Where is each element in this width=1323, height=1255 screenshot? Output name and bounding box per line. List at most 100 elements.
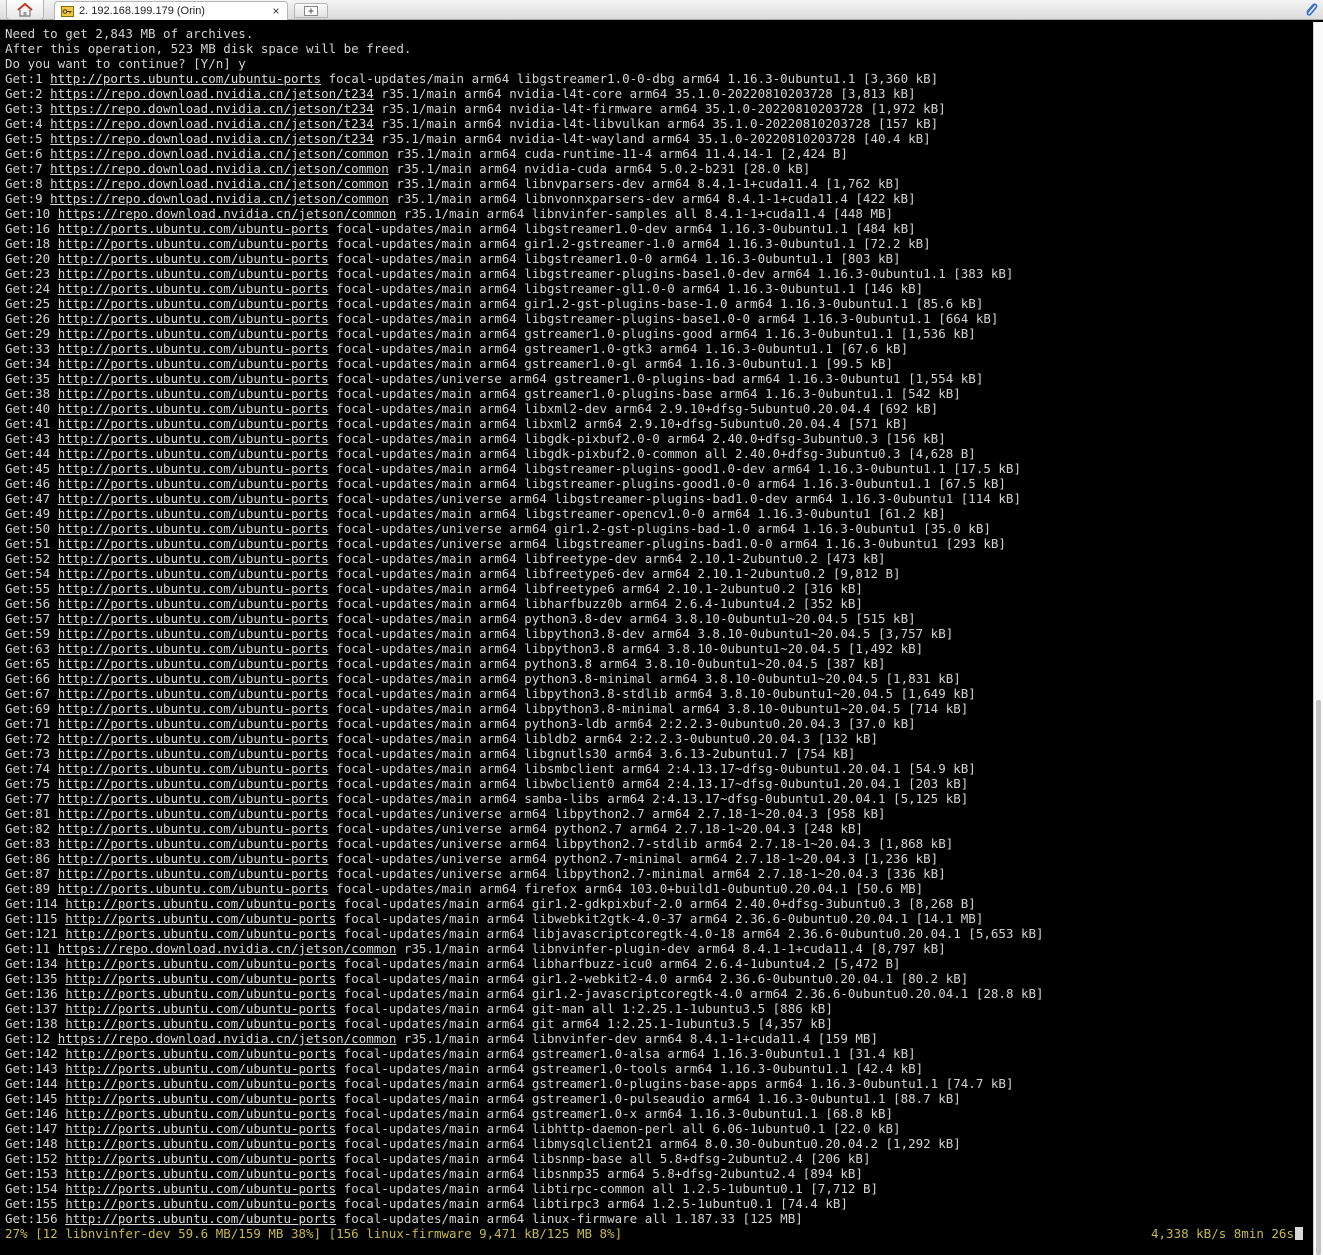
repo-url-link[interactable]: http://ports.ubuntu.com/ubuntu-ports [58,371,329,386]
repo-url-link[interactable]: http://ports.ubuntu.com/ubuntu-ports [58,701,329,716]
line-prefix: Get:144 [5,1076,66,1091]
repo-url-link[interactable]: http://ports.ubuntu.com/ubuntu-ports [58,551,329,566]
repo-url-link[interactable]: http://ports.ubuntu.com/ubuntu-ports [58,431,329,446]
repo-url-link[interactable]: http://ports.ubuntu.com/ubuntu-ports [58,236,329,251]
repo-url-link[interactable]: http://ports.ubuntu.com/ubuntu-ports [58,221,329,236]
repo-url-link[interactable]: http://ports.ubuntu.com/ubuntu-ports [58,746,329,761]
repo-url-link[interactable]: http://ports.ubuntu.com/ubuntu-ports [58,851,329,866]
repo-url-link[interactable]: http://ports.ubuntu.com/ubuntu-ports [58,806,329,821]
repo-url-link[interactable]: http://ports.ubuntu.com/ubuntu-ports [58,776,329,791]
repo-url-link[interactable]: http://ports.ubuntu.com/ubuntu-ports [65,1211,336,1226]
repo-url-link[interactable]: http://ports.ubuntu.com/ubuntu-ports [58,821,329,836]
paperclip-icon[interactable] [1303,1,1319,19]
repo-url-link[interactable]: http://ports.ubuntu.com/ubuntu-ports [65,956,336,971]
terminal-line: Get:23 http://ports.ubuntu.com/ubuntu-po… [5,266,1313,281]
repo-url-link[interactable]: http://ports.ubuntu.com/ubuntu-ports [58,566,329,581]
scroll-thumb[interactable] [1316,700,1321,1255]
terminal-output[interactable]: Need to get 2,843 MB of archives. After t… [0,22,1313,1255]
repo-url-link[interactable]: http://ports.ubuntu.com/ubuntu-ports [58,401,329,416]
repo-url-link[interactable]: https://repo.download.nvidia.cn/jetson/c… [50,146,389,161]
repo-url-link[interactable]: http://ports.ubuntu.com/ubuntu-ports [58,881,329,896]
repo-url-link[interactable]: http://ports.ubuntu.com/ubuntu-ports [58,266,329,281]
package-info: r35.1/main arm64 nvidia-cuda arm64 5.0.2… [388,161,811,176]
terminal-line: Get:35 http://ports.ubuntu.com/ubuntu-po… [5,371,1313,386]
repo-url-link[interactable]: http://ports.ubuntu.com/ubuntu-ports [58,251,329,266]
repo-url-link[interactable]: http://ports.ubuntu.com/ubuntu-ports [58,476,329,491]
repo-url-link[interactable]: https://repo.download.nvidia.cn/jetson/c… [58,1031,397,1046]
repo-url-link[interactable]: https://repo.download.nvidia.cn/jetson/c… [58,206,397,221]
repo-url-link[interactable]: http://ports.ubuntu.com/ubuntu-ports [65,1091,336,1106]
terminal-line: Get:146 http://ports.ubuntu.com/ubuntu-p… [5,1106,1313,1121]
line-prefix: Get:72 [5,731,58,746]
new-tab-button[interactable] [294,3,328,18]
repo-url-link[interactable]: http://ports.ubuntu.com/ubuntu-ports [65,911,336,926]
repo-url-link[interactable]: http://ports.ubuntu.com/ubuntu-ports [65,1106,336,1121]
line-prefix: Get:40 [5,401,58,416]
repo-url-link[interactable]: http://ports.ubuntu.com/ubuntu-ports [65,1046,336,1061]
repo-url-link[interactable]: https://repo.download.nvidia.cn/jetson/t… [50,116,374,131]
terminal-line: Get:49 http://ports.ubuntu.com/ubuntu-po… [5,506,1313,521]
repo-url-link[interactable]: http://ports.ubuntu.com/ubuntu-ports [58,866,329,881]
repo-url-link[interactable]: http://ports.ubuntu.com/ubuntu-ports [58,641,329,656]
repo-url-link[interactable]: http://ports.ubuntu.com/ubuntu-ports [50,71,321,86]
terminal-line: Get:55 http://ports.ubuntu.com/ubuntu-po… [5,581,1313,596]
repo-url-link[interactable]: http://ports.ubuntu.com/ubuntu-ports [58,581,329,596]
repo-url-link[interactable]: http://ports.ubuntu.com/ubuntu-ports [58,791,329,806]
terminal-line: Get:148 http://ports.ubuntu.com/ubuntu-p… [5,1136,1313,1151]
repo-url-link[interactable]: http://ports.ubuntu.com/ubuntu-ports [58,596,329,611]
repo-url-link[interactable]: http://ports.ubuntu.com/ubuntu-ports [58,386,329,401]
package-info: focal-updates/main arm64 gir1.2-gdkpixbu… [336,896,976,911]
vertical-scrollbar[interactable] [1313,22,1323,1255]
repo-url-link[interactable]: http://ports.ubuntu.com/ubuntu-ports [58,296,329,311]
repo-url-link[interactable]: http://ports.ubuntu.com/ubuntu-ports [65,1166,336,1181]
repo-url-link[interactable]: http://ports.ubuntu.com/ubuntu-ports [58,656,329,671]
repo-url-link[interactable]: http://ports.ubuntu.com/ubuntu-ports [58,446,329,461]
repo-url-link[interactable]: http://ports.ubuntu.com/ubuntu-ports [58,461,329,476]
repo-url-link[interactable]: http://ports.ubuntu.com/ubuntu-ports [65,971,336,986]
repo-url-link[interactable]: https://repo.download.nvidia.cn/jetson/t… [50,101,374,116]
repo-url-link[interactable]: https://repo.download.nvidia.cn/jetson/c… [50,176,389,191]
repo-url-link[interactable]: http://ports.ubuntu.com/ubuntu-ports [58,281,329,296]
tab-close-button[interactable]: × [269,4,283,18]
repo-url-link[interactable]: http://ports.ubuntu.com/ubuntu-ports [65,1076,336,1091]
repo-url-link[interactable]: http://ports.ubuntu.com/ubuntu-ports [58,671,329,686]
session-tab[interactable]: 2. 192.168.199.179 (Orin) × [54,1,288,20]
repo-url-link[interactable]: http://ports.ubuntu.com/ubuntu-ports [58,536,329,551]
repo-url-link[interactable]: http://ports.ubuntu.com/ubuntu-ports [65,1121,336,1136]
terminal-line: Get:46 http://ports.ubuntu.com/ubuntu-po… [5,476,1313,491]
repo-url-link[interactable]: http://ports.ubuntu.com/ubuntu-ports [58,686,329,701]
repo-url-link[interactable]: https://repo.download.nvidia.cn/jetson/c… [50,161,389,176]
repo-url-link[interactable]: http://ports.ubuntu.com/ubuntu-ports [58,356,329,371]
repo-url-link[interactable]: https://repo.download.nvidia.cn/jetson/t… [50,86,374,101]
repo-url-link[interactable]: http://ports.ubuntu.com/ubuntu-ports [65,1061,336,1076]
repo-url-link[interactable]: http://ports.ubuntu.com/ubuntu-ports [58,341,329,356]
repo-url-link[interactable]: https://repo.download.nvidia.cn/jetson/c… [50,191,389,206]
package-info: focal-updates/main arm64 libgnutls30 arm… [328,746,856,761]
repo-url-link[interactable]: http://ports.ubuntu.com/ubuntu-ports [65,1181,336,1196]
repo-url-link[interactable]: http://ports.ubuntu.com/ubuntu-ports [65,1016,336,1031]
repo-url-link[interactable]: http://ports.ubuntu.com/ubuntu-ports [58,326,329,341]
repo-url-link[interactable]: http://ports.ubuntu.com/ubuntu-ports [58,836,329,851]
repo-url-link[interactable]: http://ports.ubuntu.com/ubuntu-ports [58,416,329,431]
line-prefix: Get:29 [5,326,58,341]
repo-url-link[interactable]: http://ports.ubuntu.com/ubuntu-ports [58,761,329,776]
repo-url-link[interactable]: http://ports.ubuntu.com/ubuntu-ports [65,986,336,1001]
repo-url-link[interactable]: http://ports.ubuntu.com/ubuntu-ports [58,611,329,626]
repo-url-link[interactable]: http://ports.ubuntu.com/ubuntu-ports [58,506,329,521]
repo-url-link[interactable]: http://ports.ubuntu.com/ubuntu-ports [58,626,329,641]
repo-url-link[interactable]: http://ports.ubuntu.com/ubuntu-ports [65,896,336,911]
line-prefix: Get:152 [5,1151,66,1166]
repo-url-link[interactable]: https://repo.download.nvidia.cn/jetson/c… [58,941,397,956]
repo-url-link[interactable]: https://repo.download.nvidia.cn/jetson/t… [50,131,374,146]
home-button[interactable] [6,0,44,20]
repo-url-link[interactable]: http://ports.ubuntu.com/ubuntu-ports [65,1151,336,1166]
repo-url-link[interactable]: http://ports.ubuntu.com/ubuntu-ports [58,491,329,506]
repo-url-link[interactable]: http://ports.ubuntu.com/ubuntu-ports [58,521,329,536]
repo-url-link[interactable]: http://ports.ubuntu.com/ubuntu-ports [65,1001,336,1016]
repo-url-link[interactable]: http://ports.ubuntu.com/ubuntu-ports [65,1136,336,1151]
repo-url-link[interactable]: http://ports.ubuntu.com/ubuntu-ports [58,731,329,746]
repo-url-link[interactable]: http://ports.ubuntu.com/ubuntu-ports [58,311,329,326]
repo-url-link[interactable]: http://ports.ubuntu.com/ubuntu-ports [65,926,336,941]
repo-url-link[interactable]: http://ports.ubuntu.com/ubuntu-ports [65,1196,336,1211]
repo-url-link[interactable]: http://ports.ubuntu.com/ubuntu-ports [58,716,329,731]
